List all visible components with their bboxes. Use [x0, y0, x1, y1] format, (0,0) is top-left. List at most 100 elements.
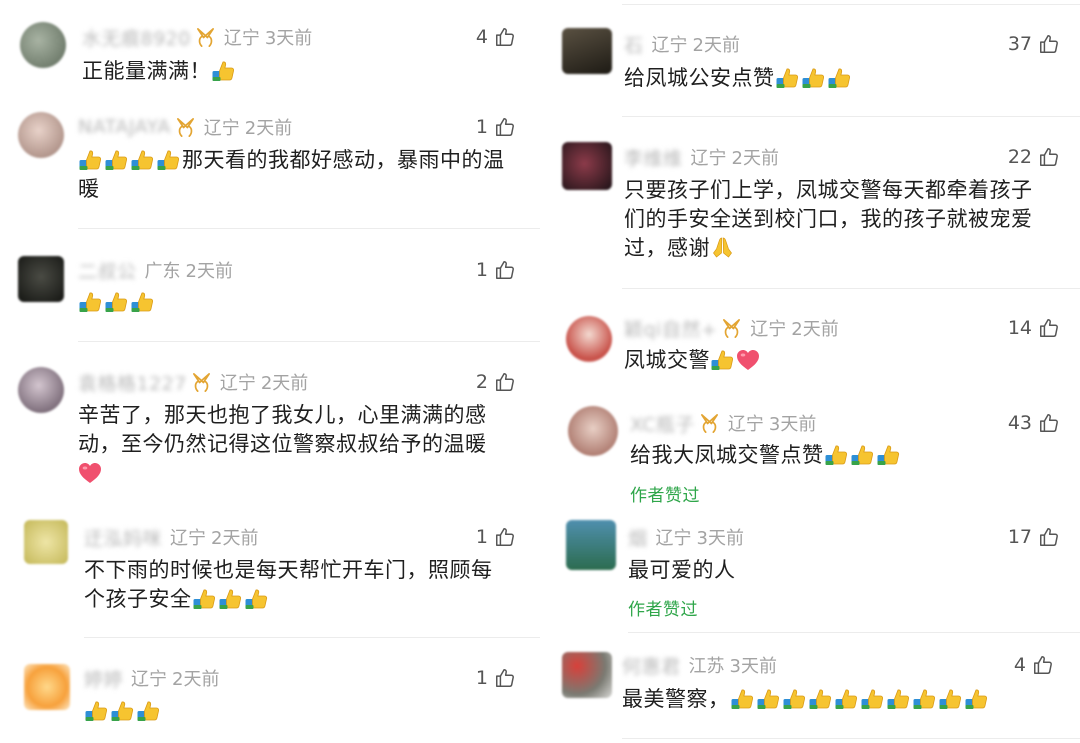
comment-item: 石 辽宁 2天前 37 给凤城公安点赞: [552, 14, 1080, 114]
like-button[interactable]: 4: [966, 652, 1054, 678]
thumbs-up-emoji-icon: [801, 65, 826, 89]
comment-text: 辛苦了，那天也抱了我女儿，心里满满的感 动，至今仍然记得这位警察叔叔给予的温暖: [78, 401, 538, 488]
like-button[interactable]: 14: [972, 315, 1060, 341]
username[interactable]: 二叔公: [78, 257, 137, 284]
username[interactable]: 迂泓妈咪: [84, 524, 162, 551]
like-count: 1: [475, 526, 488, 548]
comment-item: 水无痕8920 辽宁 3天前 4 正能量满满！: [0, 0, 548, 100]
like-button[interactable]: 1: [430, 524, 516, 550]
divider: [622, 4, 1080, 5]
thumbs-up-outline-icon: [1038, 526, 1060, 548]
like-button[interactable]: 37: [972, 31, 1060, 57]
thumbs-up-emoji-icon: [886, 686, 911, 710]
avatar[interactable]: [562, 142, 612, 190]
region: 辽宁: [131, 669, 168, 690]
comment-item: 李维维 辽宁 2天前 22 只要孩子们上学，凤城交警每天都牵着孩子 们的手安全送到…: [552, 130, 1080, 280]
comment-text: 只要孩子们上学，凤城交警每天都牵着孩子 们的手安全送到校门口，我的孩子就被宠爱 过，…: [624, 178, 1033, 260]
divider: [622, 738, 1080, 739]
thumbs-up-emoji-icon: [824, 442, 849, 466]
avatar[interactable]: [18, 367, 64, 413]
avatar[interactable]: [24, 664, 70, 710]
username[interactable]: 李维维: [624, 144, 683, 171]
username[interactable]: 石: [624, 31, 644, 58]
timestamp: 3天前: [729, 656, 777, 677]
region: 辽宁: [223, 28, 260, 49]
timestamp: 3天前: [264, 28, 313, 49]
like-button[interactable]: 2: [430, 369, 516, 395]
thumbs-up-emoji-icon: [850, 442, 875, 466]
like-button[interactable]: 1: [430, 114, 516, 140]
comment-text: 给凤城公安点赞: [624, 64, 853, 93]
avatar[interactable]: [568, 406, 618, 456]
thumbs-up-emoji-icon: [84, 698, 109, 722]
like-count: 1: [475, 667, 488, 689]
avatar[interactable]: [562, 652, 612, 698]
divider: [622, 116, 1080, 117]
username[interactable]: 何惠君: [622, 652, 681, 679]
comment-item: XC瓶子 辽宁 3天前 43 给我大凤城交警点赞 作者赞过: [552, 396, 1080, 511]
timestamp: 3天前: [696, 528, 744, 549]
thumbs-up-emoji-icon: [912, 686, 937, 710]
username[interactable]: 烟: [628, 524, 648, 551]
username[interactable]: 袁格格1227: [78, 369, 187, 396]
comment-text: 不下雨的时候也是每天帮忙开车门，照顾每 个孩子安全: [84, 558, 493, 611]
comment-item: 颖qi自然+ 辽宁 2天前 14 凤城交警: [552, 300, 1080, 390]
thumbs-up-outline-icon: [1038, 33, 1060, 55]
timestamp: 3天前: [768, 414, 817, 435]
comment-text: [84, 697, 162, 726]
username[interactable]: 婷婷: [84, 665, 123, 692]
like-count: 1: [475, 116, 488, 138]
thumbs-up-emoji-icon: [104, 289, 129, 313]
thumbs-up-emoji-icon: [78, 147, 103, 171]
avatar[interactable]: [566, 316, 612, 362]
divider: [628, 632, 1080, 633]
like-count: 43: [1007, 412, 1032, 434]
like-button[interactable]: 17: [972, 524, 1060, 550]
author-liked-label: 作者赞过: [630, 486, 700, 506]
thumbs-up-emoji-icon: [730, 686, 755, 710]
comment-text: [78, 288, 156, 317]
timestamp: 2天前: [185, 261, 233, 282]
like-count: 1: [475, 259, 488, 281]
avatar[interactable]: [24, 520, 68, 564]
heart-emoji-icon: [78, 462, 102, 484]
username[interactable]: XC瓶子: [630, 410, 695, 437]
comment-item: 婷婷 辽宁 2天前 1: [0, 652, 548, 743]
thumbs-up-emoji-icon: [211, 58, 236, 82]
comment-text: 那天看的我都好感动，暴雨中的温暖: [78, 147, 505, 201]
author-liked-label: 作者赞过: [628, 600, 698, 620]
like-button[interactable]: 43: [972, 410, 1060, 436]
thumbs-up-emoji-icon: [775, 65, 800, 89]
avatar[interactable]: [18, 256, 64, 302]
comment-item: 二叔公 广东 2天前 1: [0, 240, 548, 340]
comment-text: 最美警察，: [622, 685, 990, 714]
like-count: 4: [1013, 654, 1026, 676]
thumbs-up-outline-icon: [494, 667, 516, 689]
avatar[interactable]: [562, 28, 612, 74]
avatar[interactable]: [18, 112, 64, 158]
username[interactable]: NATAJAYA: [78, 116, 171, 138]
region: 辽宁: [727, 414, 764, 435]
avatar[interactable]: [566, 520, 616, 570]
timestamp: 2天前: [172, 669, 220, 690]
region: 辽宁: [219, 373, 256, 394]
like-button[interactable]: 1: [430, 257, 516, 283]
timestamp: 2天前: [791, 319, 839, 340]
avatar[interactable]: [20, 22, 66, 68]
username[interactable]: 水无痕8920: [82, 24, 191, 51]
thumbs-up-emoji-icon: [218, 586, 243, 610]
like-button[interactable]: 22: [972, 144, 1060, 170]
timestamp: 2天前: [731, 148, 779, 169]
comment-item: 烟 辽宁 3天前 17 最可爱的人 作者赞过: [552, 512, 1080, 627]
username[interactable]: 颖qi自然+: [624, 315, 717, 342]
timestamp: 2天前: [692, 35, 740, 56]
thumbs-up-emoji-icon: [110, 698, 135, 722]
comment-item: NATAJAYA 辽宁 2天前 1 那天看的我都好感动，暴雨中的温暖: [0, 100, 548, 228]
region: 辽宁: [170, 528, 207, 549]
like-count: 4: [475, 26, 488, 48]
like-count: 37: [1007, 33, 1032, 55]
like-button[interactable]: 4: [430, 24, 516, 50]
comment-column-right: 石 辽宁 2天前 37 给凤城公安点赞 李维维 辽宁 2天前 22 只要孩子们上…: [552, 0, 1080, 743]
like-count: 14: [1007, 317, 1032, 339]
like-button[interactable]: 1: [430, 665, 516, 691]
